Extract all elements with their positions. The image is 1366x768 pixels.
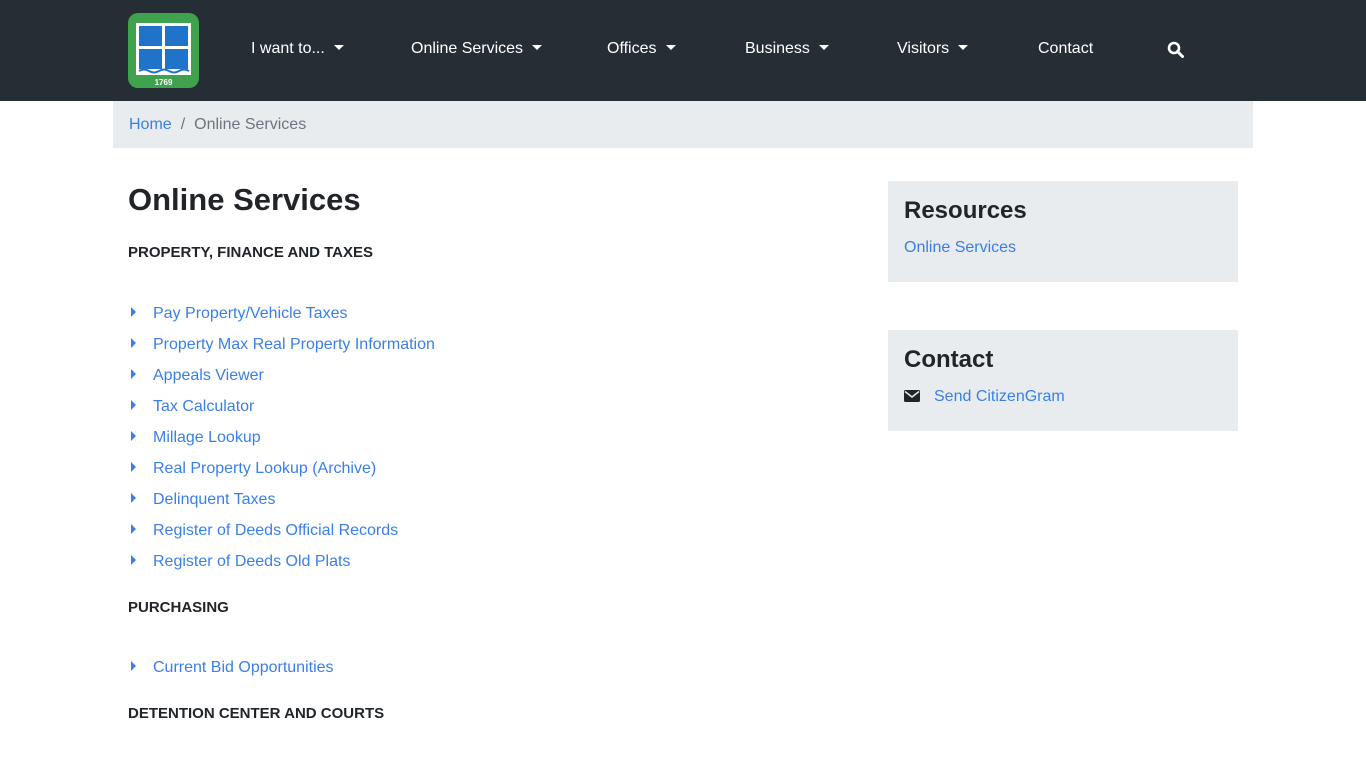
breadcrumb-home[interactable]: Home	[129, 116, 172, 133]
list-item: Delinquent Taxes	[131, 491, 275, 511]
nav-offices[interactable]: Offices	[607, 40, 676, 58]
service-link[interactable]: Millage Lookup	[153, 429, 261, 446]
caret-right-icon	[131, 555, 136, 565]
service-link[interactable]: Current Bid Opportunities	[153, 659, 334, 676]
section-heading: PURCHASING	[128, 599, 229, 616]
search-icon[interactable]	[1167, 41, 1184, 58]
caret-right-icon	[131, 462, 136, 472]
send-citizengram-link[interactable]: Send CitizenGram	[934, 388, 1065, 405]
service-link[interactable]: Delinquent Taxes	[153, 491, 275, 508]
caret-right-icon	[131, 400, 136, 410]
nav-label: Online Services	[411, 40, 524, 57]
service-link[interactable]: Property Max Real Property Information	[153, 336, 435, 353]
caret-down-icon	[665, 45, 676, 50]
list-item: Pay Property/Vehicle Taxes	[131, 305, 347, 325]
caret-down-icon	[818, 45, 829, 50]
list-item: Register of Deeds Old Plats	[131, 553, 350, 573]
top-navbar: 1769 I want to... Online Services Office…	[0, 0, 1366, 101]
nav-label: Contact	[1038, 40, 1094, 57]
service-link[interactable]: Register of Deeds Old Plats	[153, 553, 350, 570]
caret-right-icon	[131, 661, 136, 671]
caret-right-icon	[131, 493, 136, 503]
section-heading: DETENTION CENTER AND COURTS	[128, 705, 385, 722]
caret-right-icon	[131, 369, 136, 379]
resources-online-services-link[interactable]: Online Services	[904, 239, 1016, 256]
county-seal-logo[interactable]: 1769	[128, 13, 199, 88]
nav-label: I want to...	[251, 40, 325, 57]
envelope-icon	[904, 390, 920, 402]
caret-right-icon	[131, 338, 136, 348]
caret-down-icon	[532, 45, 543, 50]
list-item: Current Bid Opportunities	[131, 659, 334, 679]
nav-label: Visitors	[897, 40, 950, 57]
nav-contact[interactable]: Contact	[1038, 40, 1093, 58]
list-item: Millage Lookup	[131, 429, 261, 449]
list-item: Real Property Lookup (Archive)	[131, 460, 376, 480]
nav-online-services[interactable]: Online Services	[411, 40, 543, 58]
breadcrumb: Home / Online Services	[113, 101, 1253, 148]
list-item: Property Max Real Property Information	[131, 336, 435, 356]
service-link[interactable]: Tax Calculator	[153, 398, 254, 415]
caret-right-icon	[131, 307, 136, 317]
caret-down-icon	[333, 45, 344, 50]
nav-i-want-to[interactable]: I want to...	[251, 40, 344, 58]
resources-panel: Resources Online Services	[888, 181, 1238, 282]
caret-right-icon	[131, 524, 136, 534]
svg-text:1769: 1769	[155, 78, 173, 87]
contact-panel: Contact Send CitizenGram	[888, 330, 1238, 431]
list-item: Register of Deeds Official Records	[131, 522, 398, 542]
service-link[interactable]: Appeals Viewer	[153, 367, 264, 384]
page-title: Online Services	[128, 182, 361, 217]
resources-title: Resources	[904, 197, 1027, 224]
caret-right-icon	[131, 431, 136, 441]
list-item: Tax Calculator	[131, 398, 254, 418]
breadcrumb-current: Online Services	[194, 116, 307, 133]
list-item: Appeals Viewer	[131, 367, 264, 387]
section-heading: PROPERTY, FINANCE AND TAXES	[128, 244, 374, 261]
caret-down-icon	[958, 45, 969, 50]
service-link[interactable]: Pay Property/Vehicle Taxes	[153, 305, 347, 322]
contact-title: Contact	[904, 346, 994, 373]
service-link[interactable]: Register of Deeds Official Records	[153, 522, 398, 539]
nav-label: Offices	[607, 40, 657, 57]
nav-business[interactable]: Business	[745, 40, 829, 58]
nav-visitors[interactable]: Visitors	[897, 40, 969, 58]
nav-label: Business	[745, 40, 810, 57]
breadcrumb-separator: /	[180, 116, 186, 133]
service-link[interactable]: Real Property Lookup (Archive)	[153, 460, 376, 477]
